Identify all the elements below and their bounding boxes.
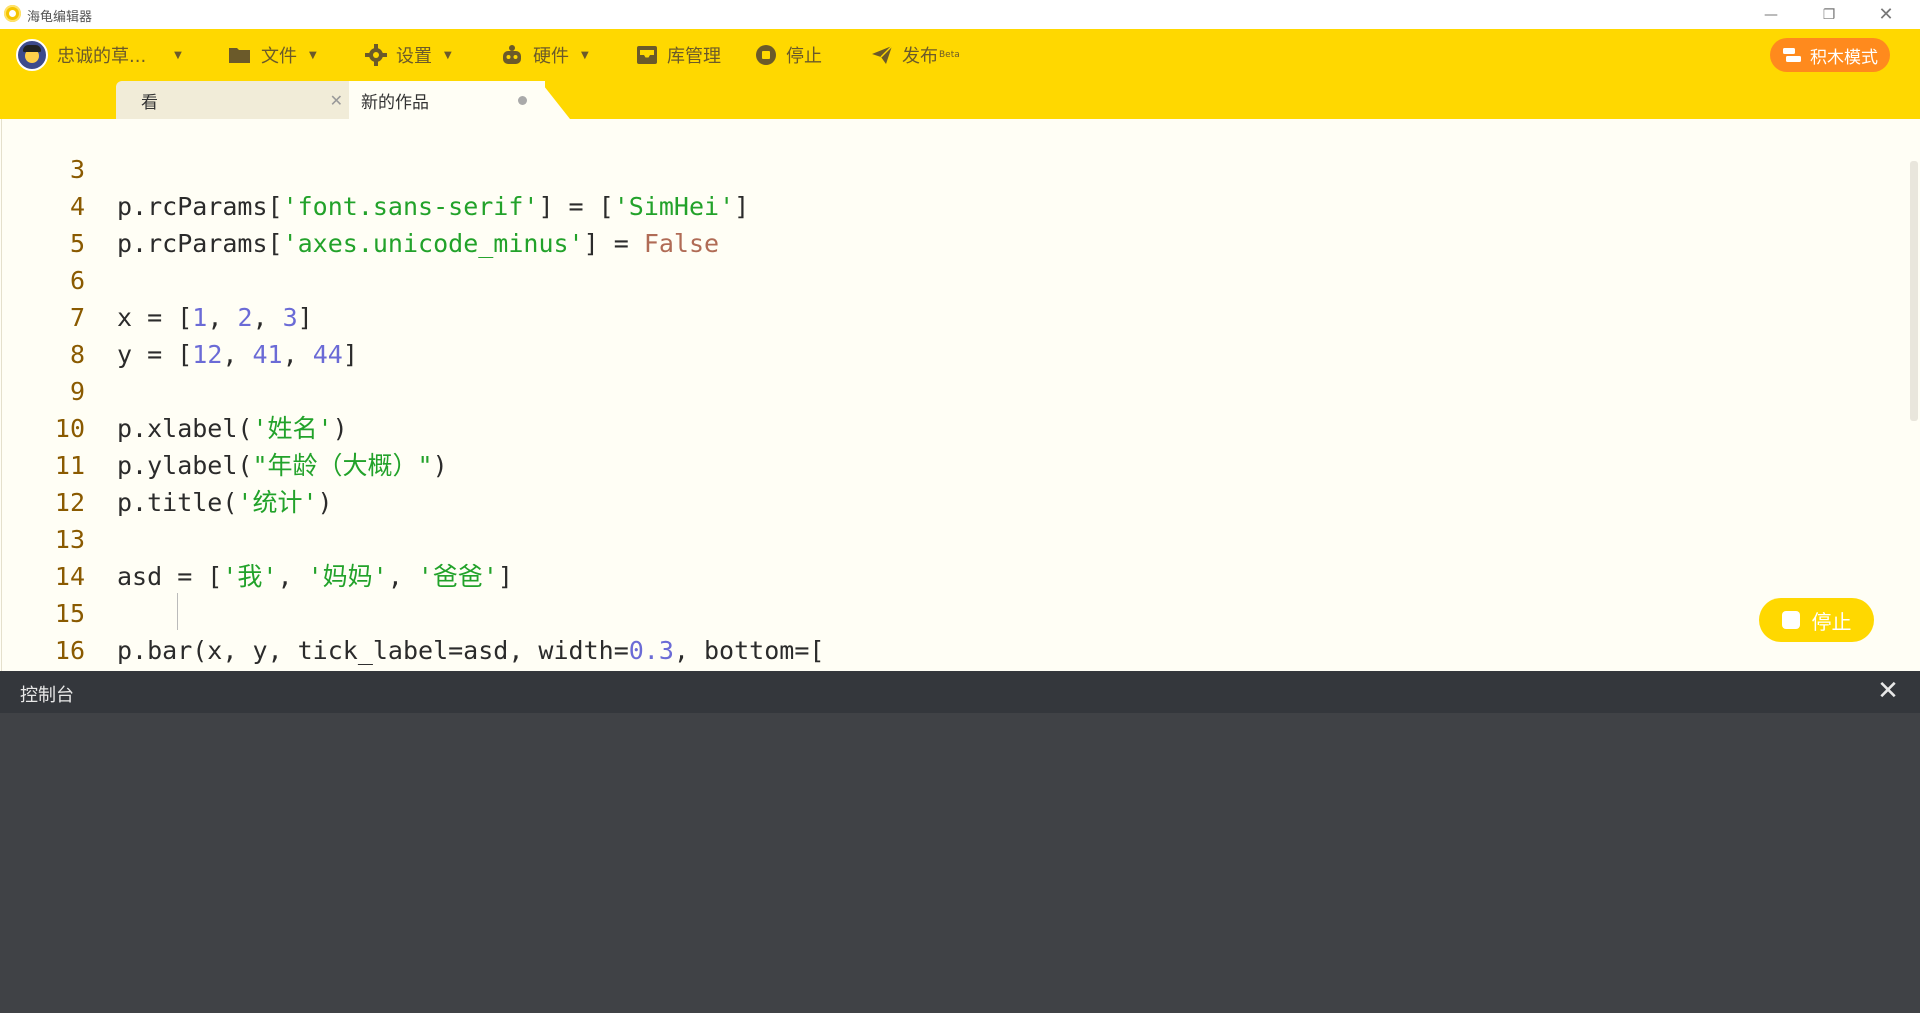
code-line[interactable]: 17 p.show() bbox=[0, 632, 1900, 669]
minimize-button[interactable]: — bbox=[1748, 0, 1794, 29]
inbox-icon bbox=[637, 46, 657, 64]
console-output[interactable] bbox=[0, 713, 1920, 1013]
indent-guide bbox=[177, 593, 178, 630]
publish-label: 发布 bbox=[902, 46, 938, 67]
tab-new-work[interactable]: 新的作品 bbox=[349, 81, 545, 119]
settings-menu[interactable]: 设置 ▼ bbox=[365, 29, 452, 81]
main-toolbar: 忠诚的草... ▼ 文件 ▼ 设置 ▼ 硬件 ▼ 库管理 停止 发布 Beta … bbox=[0, 29, 1920, 81]
code-line[interactable]: 7 y = [12, 41, 44] bbox=[0, 262, 1900, 369]
paper-plane-icon bbox=[872, 45, 893, 64]
settings-menu-label: 设置 bbox=[396, 46, 432, 67]
tab-label: 新的作品 bbox=[361, 92, 429, 113]
code-line[interactable]: 15 p.bar(x, y, tick_label=asd, width=0.3… bbox=[0, 558, 1900, 665]
tab-bar: 看 ✕ 新的作品 bbox=[0, 81, 1920, 119]
code-line[interactable]: 8 bbox=[0, 299, 1900, 369]
maximize-button[interactable]: ❐ bbox=[1806, 0, 1852, 29]
stop-icon bbox=[1781, 611, 1800, 629]
console-title: 控制台 bbox=[20, 685, 74, 706]
code-line[interactable]: 9 p.xlabel('姓名') bbox=[0, 336, 1900, 443]
chevron-down-icon: ▼ bbox=[174, 49, 182, 61]
console-header: 控制台 ✕ bbox=[0, 671, 1920, 713]
hardware-menu-label: 硬件 bbox=[533, 46, 569, 67]
robot-icon bbox=[503, 45, 521, 64]
stop-button[interactable]: 停止 bbox=[755, 29, 822, 81]
library-manager-button[interactable]: 库管理 bbox=[636, 29, 721, 81]
close-window-button[interactable]: ✕ bbox=[1863, 0, 1909, 29]
unsaved-dot-icon[interactable] bbox=[518, 96, 527, 105]
code-line[interactable]: 12 bbox=[0, 447, 1900, 517]
title-bar: 海龟编辑器 — ❐ ✕ bbox=[0, 0, 1920, 29]
block-mode-button[interactable]: 积木模式 bbox=[1770, 38, 1890, 72]
floating-stop-button[interactable]: 停止 bbox=[1759, 598, 1874, 642]
chevron-down-icon: ▼ bbox=[309, 49, 317, 61]
tab-kan[interactable]: 看 ✕ bbox=[116, 81, 349, 119]
stop-label: 停止 bbox=[786, 46, 822, 67]
stop-icon bbox=[756, 45, 776, 65]
chevron-down-icon: ▼ bbox=[444, 49, 452, 61]
code-line[interactable]: 3 p.rcParams['font.sans-serif'] = ['SimH… bbox=[0, 119, 1900, 221]
code-editor[interactable]: 3 p.rcParams['font.sans-serif'] = ['SimH… bbox=[0, 119, 1920, 671]
close-icon[interactable]: ✕ bbox=[330, 91, 343, 110]
tab-label: 看 bbox=[141, 92, 158, 113]
tab-edge bbox=[540, 81, 570, 119]
file-menu[interactable]: 文件 ▼ bbox=[228, 29, 317, 81]
user-menu[interactable]: 忠诚的草... ▼ bbox=[16, 29, 182, 81]
folder-icon bbox=[229, 48, 250, 63]
hardware-menu[interactable]: 硬件 ▼ bbox=[500, 29, 589, 81]
app-title: 海龟编辑器 bbox=[27, 10, 93, 25]
vertical-scrollbar[interactable] bbox=[1910, 161, 1918, 421]
close-icon[interactable]: ✕ bbox=[1873, 676, 1903, 706]
blocks-icon bbox=[1783, 48, 1801, 62]
code-line[interactable]: 4 p.rcParams['axes.unicode_minus'] = Fal… bbox=[0, 151, 1900, 258]
code-line[interactable]: 6 x = [1, 2, 3] bbox=[0, 225, 1900, 332]
file-menu-label: 文件 bbox=[261, 46, 297, 67]
code-line[interactable]: 5 bbox=[0, 188, 1900, 258]
code-line[interactable]: 16 1, 1, 1], color=['red', 'green', 'yel… bbox=[0, 595, 1900, 665]
beta-badge: Beta bbox=[939, 50, 960, 60]
block-mode-label: 积木模式 bbox=[1810, 47, 1878, 68]
code-line[interactable]: 11 p.title('统计') bbox=[0, 410, 1900, 517]
floating-stop-label: 停止 bbox=[1811, 609, 1852, 634]
code-line[interactable]: 13 asd = ['我', '妈妈', '爸爸'] bbox=[0, 484, 1900, 591]
gear-icon bbox=[365, 44, 387, 66]
app-logo-icon bbox=[4, 5, 21, 22]
publish-button[interactable]: 发布 Beta bbox=[871, 29, 960, 81]
code-line[interactable]: 14 bbox=[0, 521, 1900, 591]
chevron-down-icon: ▼ bbox=[581, 49, 589, 61]
library-manager-label: 库管理 bbox=[667, 46, 721, 67]
user-name: 忠诚的草... bbox=[57, 46, 147, 67]
avatar[interactable] bbox=[16, 39, 48, 71]
code-line[interactable]: 10 p.ylabel("年龄（大概）") bbox=[0, 373, 1900, 480]
